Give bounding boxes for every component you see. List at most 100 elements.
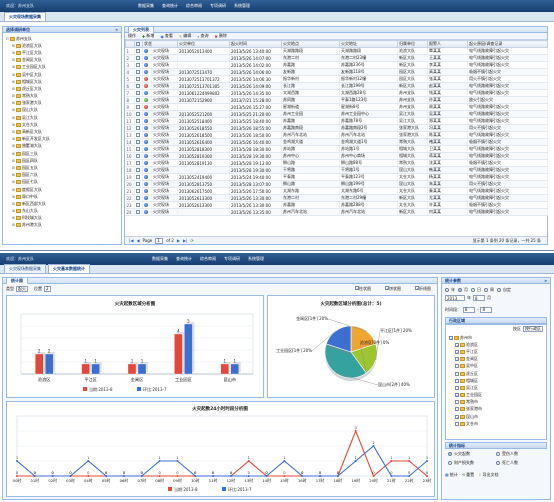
region-checkbox-item[interactable]: 平江区 [449, 348, 546, 355]
table-row[interactable]: 12 火灾现场 2013052618550 2013/5/26 18:55:00 苏嘉路… [125, 124, 548, 132]
region-checkbox-item[interactable]: 常熟市 [449, 399, 546, 406]
column-select[interactable]: 2 [44, 285, 51, 292]
month-select[interactable]: 8 [473, 295, 485, 301]
table-row[interactable]: 21 火灾现场 2013062617500 2013/5/26 17:50:00 太湖东… [125, 187, 548, 195]
tree-node[interactable]: ⊞ 东山大队 [6, 208, 121, 215]
period-radio[interactable]: 年 [445, 287, 455, 293]
page-number-input[interactable]: 1 [155, 237, 164, 244]
prev-page-icon[interactable]: ◀ [136, 238, 139, 243]
tree-node[interactable]: ⊞ 吴江大队 [6, 114, 121, 121]
row-checkbox[interactable] [136, 202, 140, 207]
row-checkbox[interactable] [136, 48, 140, 53]
table-row[interactable]: 7 火灾现场 2013061224499802 2013/5/26 14:35:00 太… [125, 89, 548, 97]
edit-button[interactable]: ✎ 编辑 [179, 33, 191, 39]
metric-radio[interactable]: 死亡人数 [496, 460, 544, 466]
table-row[interactable]: 13 火灾现场 2013052618500 2013/5/26 18:50:00 苏州汽… [125, 131, 548, 139]
period-radio[interactable]: 自定 [497, 287, 511, 293]
toggle-bar-chart[interactable]: 柱状图 [355, 285, 371, 292]
tab-fire-basic-collection[interactable]: 火灾现场数据采集 [4, 264, 46, 273]
row-checkbox[interactable] [136, 181, 140, 186]
tree-node[interactable]: ⊞ 昆山大队 [6, 107, 121, 114]
column-header[interactable]: 起火原因/调查记录 [467, 40, 548, 48]
tree-node[interactable]: ⊞ 园区七队 [6, 179, 121, 186]
table-row[interactable]: 17 火灾现场 2013052819130 2013/5/28 19:13:00 狮山路… [125, 159, 548, 167]
row-checkbox[interactable] [136, 90, 140, 95]
column-header[interactable]: 火灾地址 [339, 40, 398, 48]
metric-radio[interactable]: 财产损失数 [448, 460, 496, 466]
column-header[interactable]: 报警人 [427, 40, 468, 48]
region-checkbox-item[interactable]: 金阊区 [449, 356, 546, 363]
region-checkbox[interactable] [455, 400, 459, 405]
nav-item-data-collection[interactable]: 数据采集 [138, 3, 154, 9]
table-row[interactable]: 3 火灾现场 2013/5/26 14:02:00 苏嘉路 苏嘉路236号 新区大队 李某某… [125, 61, 548, 69]
table-row[interactable]: 6 火灾现场 2013072513701305 2013/5/26 14:09:00 长… [125, 82, 548, 90]
tab-fire-basic-stats[interactable]: 火灾基本数据统计 [48, 264, 90, 273]
column-header[interactable]: 归属单位 [397, 40, 428, 48]
nav-item-special-research-2[interactable]: 专项调研 [224, 256, 240, 262]
region-checkbox-item[interactable]: 张家港市 [449, 406, 546, 413]
start-month-select[interactable]: 8 [463, 306, 475, 313]
region-checkbox[interactable] [455, 385, 459, 390]
table-row[interactable]: 11 火灾现场 2013052518400 2013/5/25 18:40:00 苏嘉路… [125, 117, 548, 125]
region-checkbox[interactable] [455, 364, 459, 369]
nav-item-data-collection-2[interactable]: 数据采集 [152, 256, 168, 262]
region-checkbox[interactable] [455, 342, 459, 347]
table-row[interactable]: 9 火灾现场 2013/5/26 15:27:00 星湖街道 星湖街8号 苏州支队 周某某电… [125, 103, 548, 111]
tree-node[interactable]: ⊞ 太仓大队 [6, 121, 121, 128]
reset-button[interactable]: ⟲ 重置 [462, 472, 474, 478]
table-row[interactable]: 8 火灾现场 2013072152900 2013/7/21 15:28:00 苏同路平… [125, 96, 548, 104]
column-header[interactable]: 火灾地点 [281, 40, 340, 48]
region-level-select[interactable]: 按行政区 [523, 326, 543, 332]
region-checkbox-item[interactable]: 吴江区 [449, 384, 546, 391]
row-checkbox[interactable] [136, 160, 140, 165]
refresh-icon[interactable]: ⟳ [190, 238, 193, 243]
expand-icon[interactable]: » [544, 278, 547, 283]
column-header[interactable]: 起火时间 [229, 40, 282, 48]
row-checkbox[interactable] [136, 139, 140, 144]
column-header[interactable] [151, 40, 178, 48]
end-month-select[interactable]: 8 [480, 306, 493, 313]
table-row[interactable]: 24 火灾现场 2013/5/26 13:35:00 苏州汽车北站 苏州汽车北站 新区大队… [125, 208, 548, 216]
row-checkbox[interactable] [136, 76, 140, 81]
tree-node[interactable]: ⊞ 工业园区大队 [6, 64, 121, 71]
tree-node[interactable]: ⊞ 金阊区大队 [6, 57, 121, 64]
column-header[interactable] [125, 40, 135, 48]
nav-item-comprehensive-review-2[interactable]: 综合审阅 [200, 256, 216, 262]
toggle-line-chart[interactable]: 折线图 [415, 285, 431, 292]
region-checkbox[interactable] [455, 357, 459, 362]
period-radio[interactable]: 周 [484, 287, 494, 293]
table-row[interactable]: 22 火灾现场 2013052613300 2013/5/26 13:30:00 东港二… [125, 194, 548, 202]
nav-item-system-management[interactable]: 系统管理 [234, 3, 250, 9]
table-row[interactable]: 14 火灾现场 2013052616400 2013/5/26 16:40:00 金鸡湖… [125, 138, 548, 146]
tree-node[interactable]: ⊞ 新区开发区大队 [6, 136, 121, 143]
region-checkbox-item[interactable]: 太仓市 [449, 420, 546, 427]
view-button[interactable]: ◉ 查看 [160, 33, 173, 39]
tree-node[interactable]: ⊞ 平江区大队 [6, 49, 121, 56]
region-checkbox-item[interactable]: 吴中区 [449, 363, 546, 370]
table-row[interactable]: 19 火灾现场 2013052419400 2013/5/24 19:40:00 平泰路… [125, 173, 548, 181]
tree-node[interactable]: ⊟ 苏州支队 [6, 35, 121, 42]
tree-node[interactable]: ⊞ 园区五队 [6, 164, 121, 171]
region-checkbox[interactable] [455, 421, 459, 426]
select-all-checkbox[interactable] [136, 41, 140, 46]
tree-node[interactable]: ⊞ 度假区大队 [6, 186, 121, 193]
row-checkbox[interactable] [136, 55, 140, 60]
next-page-icon[interactable]: ▶ [177, 238, 180, 243]
tree-node[interactable]: ⊞ 张家港大队 [6, 100, 121, 107]
period-radio[interactable]: 月 [458, 287, 468, 293]
table-row[interactable]: 1 火灾现场 2013052013400 2013/5/26 13:40:00 天湖路路… [125, 47, 548, 55]
add-button[interactable]: ✚ 新增 [142, 33, 154, 39]
tree-node[interactable]: ⊞ 园区四队 [6, 157, 121, 164]
metric-radio[interactable]: 火灾起数 [448, 451, 496, 457]
region-checkbox[interactable] [455, 349, 459, 354]
tree-node[interactable]: ⊞ 园区六队 [6, 172, 121, 179]
last-page-icon[interactable]: ▶| [183, 238, 187, 243]
nav-item-comprehensive-review[interactable]: 综合审阅 [186, 3, 202, 9]
tree-node[interactable]: ⊞ 胥口中队 [6, 193, 121, 200]
region-checkbox[interactable] [455, 378, 459, 383]
row-checkbox[interactable] [136, 97, 140, 102]
region-checkbox-item[interactable]: 相城区 [449, 377, 546, 384]
row-checkbox[interactable] [136, 69, 140, 74]
type-select[interactable]: 起火 [16, 285, 28, 292]
row-checkbox[interactable] [136, 132, 140, 137]
